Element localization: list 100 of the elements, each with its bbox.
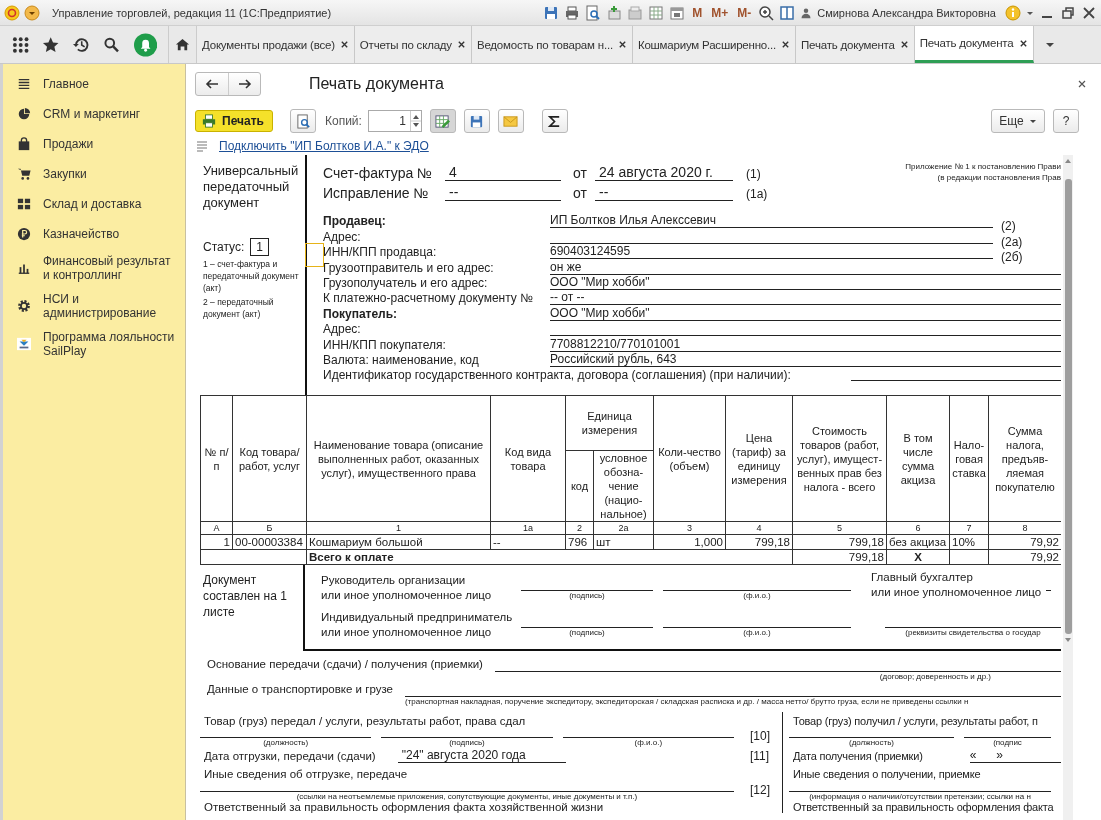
row-reference: (2а) bbox=[1000, 235, 1024, 249]
memory-button[interactable]: M- bbox=[735, 5, 754, 20]
sidebar-item[interactable]: НСИ и администрирование bbox=[3, 287, 185, 325]
sidebar-item[interactable]: Программа лояльности SailPlay bbox=[3, 325, 185, 363]
cell-cursor bbox=[305, 243, 324, 267]
user-name[interactable]: Смирнова Александра Викторовна bbox=[817, 6, 996, 19]
save-icon[interactable] bbox=[543, 4, 560, 21]
panel-icon[interactable] bbox=[779, 4, 796, 21]
invoice-date: -- bbox=[595, 184, 733, 201]
section-title: Товар (груз) передал / услуги, результаты работ, права сдал bbox=[203, 715, 527, 727]
scrollbar[interactable] bbox=[1063, 155, 1073, 820]
tab[interactable]: Документы продажи (все) bbox=[197, 26, 355, 63]
home-button[interactable] bbox=[167, 26, 197, 63]
column-number: 3 bbox=[653, 521, 726, 535]
close-icon[interactable] bbox=[899, 40, 909, 49]
column-header: Код товара/ работ, услуг bbox=[232, 395, 307, 522]
print-button[interactable]: Печать bbox=[195, 110, 273, 132]
close-icon[interactable] bbox=[456, 40, 466, 49]
sum-button[interactable] bbox=[541, 109, 568, 133]
column-header: Цена (тариф) за единицу измерения bbox=[725, 395, 793, 522]
column-header: Нало-говая ставка bbox=[949, 395, 989, 522]
table-cell: шт bbox=[593, 534, 654, 550]
section-title: Товар (груз) получил / услуги, результаты работ, п bbox=[792, 715, 1039, 727]
print-icon[interactable] bbox=[564, 4, 581, 21]
copies-label: Копий: bbox=[325, 114, 362, 128]
column-number: 2 bbox=[565, 521, 594, 535]
status-note: 2 – передаточный документ (акт) bbox=[203, 296, 275, 320]
scroll-up-icon[interactable] bbox=[1064, 158, 1072, 164]
tab[interactable]: Печать документа bbox=[796, 26, 915, 63]
sidebar-item[interactable]: Казначейство bbox=[3, 219, 185, 249]
memory-button[interactable]: M bbox=[690, 5, 705, 20]
sidebar-item[interactable]: Продажи bbox=[3, 129, 185, 159]
field-label: Идентификатор государственного контракта, договора (соглашения) (при наличии): bbox=[323, 368, 791, 383]
scrollbar-thumb[interactable] bbox=[1064, 179, 1072, 634]
history-icon[interactable] bbox=[72, 35, 91, 54]
column-number: 5 bbox=[792, 521, 887, 535]
field-label: Дата отгрузки, передачи (сдачи) bbox=[204, 749, 376, 763]
column-header: В том числе сумма акциза bbox=[886, 395, 950, 522]
invoice-label: Исправление № bbox=[323, 185, 430, 201]
line-caption: (ф.и.о.) bbox=[743, 591, 771, 601]
preview-button[interactable] bbox=[290, 109, 316, 133]
field-label: ИНН/КПП продавца: bbox=[323, 245, 438, 260]
bell-icon[interactable] bbox=[133, 32, 157, 57]
zoom-icon[interactable] bbox=[758, 4, 775, 21]
search-icon[interactable] bbox=[103, 35, 121, 54]
calendar-icon[interactable] bbox=[669, 4, 686, 21]
line-caption: (договор; доверенность и др.) bbox=[879, 672, 991, 682]
row-reference: [11] bbox=[749, 748, 771, 763]
close-icon[interactable] bbox=[1077, 79, 1087, 89]
sidebar-item[interactable]: CRM и маркетинг bbox=[3, 99, 185, 129]
save-button[interactable] bbox=[463, 109, 490, 133]
line-caption: (транспортная накладная, поручение экспедитору, экспедиторская / складская расписка и др. / масса нетто/ брутто груза, если не приведены ссылки н bbox=[405, 697, 969, 707]
close-icon[interactable] bbox=[617, 40, 627, 49]
sidebar-item[interactable]: Главное bbox=[3, 69, 185, 99]
line-caption: (подпись) bbox=[569, 628, 605, 638]
table-cell: 799,18 bbox=[725, 534, 793, 550]
add-document-icon[interactable] bbox=[606, 4, 623, 21]
menu-caret-icon[interactable] bbox=[24, 4, 40, 21]
copies-field[interactable]: 1 bbox=[367, 110, 422, 132]
signer-title: Руководитель организации или иное уполномоченное лицо bbox=[321, 573, 493, 603]
more-button[interactable]: Еще bbox=[991, 109, 1045, 133]
document-type: Универсальный передаточный документ bbox=[203, 163, 300, 211]
column-header: Стоимость товаров (работ, услуг), имущест-венных прав без налога - всего bbox=[792, 395, 887, 522]
restore-icon[interactable] bbox=[1060, 4, 1076, 21]
status-note: 1 – счет-фактура и передаточный документ (акт) bbox=[203, 258, 300, 294]
close-icon[interactable] bbox=[339, 40, 349, 49]
status-label: Статус: bbox=[203, 240, 245, 254]
apps-icon[interactable] bbox=[12, 35, 30, 54]
tab[interactable]: Печать документа bbox=[914, 26, 1034, 63]
close-icon[interactable] bbox=[781, 40, 790, 49]
save-icon bbox=[469, 113, 485, 129]
edit-table-button[interactable] bbox=[429, 109, 456, 133]
help-button[interactable]: ? bbox=[1053, 109, 1079, 133]
sidebar-item[interactable]: Финансовый результат и контроллинг bbox=[3, 249, 185, 287]
edo-link[interactable]: Подключить "ИП Болтков И.А." к ЭДО bbox=[219, 139, 429, 153]
status-value: 1 bbox=[250, 238, 269, 256]
memory-button[interactable]: M+ bbox=[709, 5, 731, 20]
column-number: 1а bbox=[490, 521, 566, 535]
tab[interactable]: Ведомость по товарам н... bbox=[471, 26, 633, 63]
column-header: Коли-чество (объем) bbox=[653, 395, 726, 522]
star-icon[interactable] bbox=[42, 35, 60, 54]
scroll-down-icon[interactable] bbox=[1064, 637, 1072, 643]
sidebar-item[interactable]: Закупки bbox=[3, 159, 185, 189]
field-label: ИНН/КПП покупателя: bbox=[323, 337, 447, 352]
line-caption: (подпис bbox=[993, 738, 1022, 748]
spinner-arrows-icon[interactable] bbox=[409, 111, 421, 131]
field-value: 690403124595 bbox=[550, 245, 993, 260]
column-number: 4 bbox=[725, 521, 793, 535]
caret-icon bbox=[1028, 117, 1037, 125]
preview-icon[interactable] bbox=[585, 4, 602, 21]
sidebar-item[interactable]: Склад и доставка bbox=[3, 189, 185, 219]
tab[interactable]: Кошмариум Расширенно... bbox=[632, 26, 796, 63]
close-icon[interactable] bbox=[1018, 38, 1028, 48]
field-label: Грузополучатель и его адрес: bbox=[323, 275, 489, 290]
document-list-icon bbox=[195, 139, 209, 153]
tab[interactable]: Отчеты по складу bbox=[354, 26, 472, 63]
close-icon[interactable] bbox=[1081, 4, 1097, 21]
table-cell: 799,18 bbox=[792, 534, 887, 550]
ruble-icon bbox=[17, 227, 31, 241]
appendix-note: (в редакции постановления Прав bbox=[936, 172, 1061, 183]
